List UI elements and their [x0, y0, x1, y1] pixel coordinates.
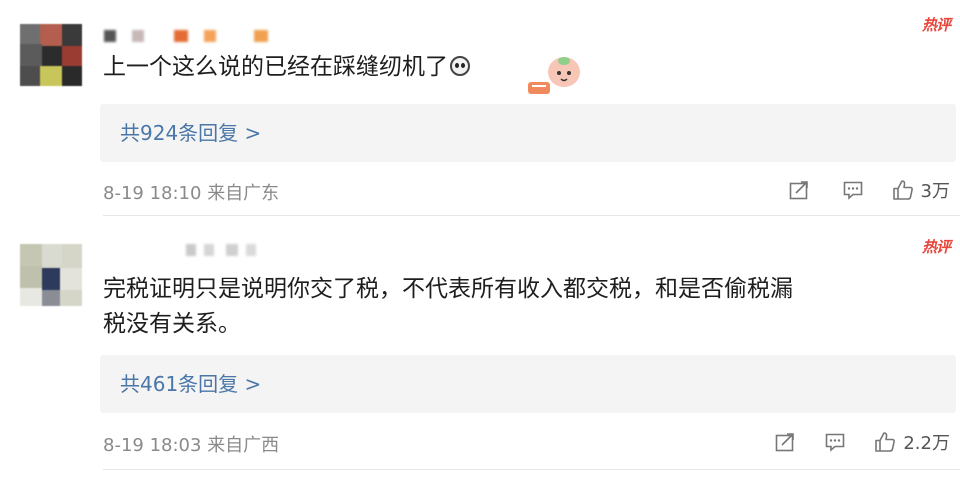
comment-text-content: 上一个这么说的已经在踩缝纫机了 [103, 54, 448, 80]
timestamp: 8-19 18:03 [103, 435, 202, 456]
location: 来自广西 [207, 435, 280, 456]
panda-emoji-icon [450, 56, 470, 76]
comment-meta: 8-19 18:10 来自广东 [103, 179, 279, 205]
comment-text-line: 税没有关系。 [103, 311, 241, 337]
username-redacted[interactable] [186, 244, 266, 258]
hot-comment-badge: 热评 [921, 238, 951, 256]
like-count: 2.2万 [903, 433, 950, 454]
comment-text: 完税证明只是说明你交了税，不代表所有收入都交税，和是否偷税漏 税没有关系。 [103, 272, 923, 342]
divider [103, 469, 960, 470]
location: 来自广东 [207, 183, 280, 204]
replies-box[interactable]: 共924条回复 > [100, 104, 956, 162]
view-replies-link[interactable]: 共924条回复 > [120, 104, 261, 162]
comment-text-line: 上一个这么说的已经在踩缝纫机了 [103, 50, 923, 85]
timestamp: 8-19 18:10 [103, 183, 202, 204]
thumbs-up-icon[interactable] [891, 178, 915, 202]
peach-sticker-icon [528, 57, 580, 94]
comment-actions: 2.2万 [773, 429, 950, 455]
comment-actions: 3万 [787, 177, 950, 203]
share-icon[interactable] [773, 430, 797, 454]
username-redacted[interactable] [104, 30, 274, 44]
hot-comment-badge: 热评 [921, 16, 951, 34]
like-count: 3万 [920, 181, 950, 202]
comment-item: 热评 上一个这么说的已经在踩缝纫机了 共924条回复 > 8-19 18:10 … [0, 0, 960, 216]
comment-icon[interactable] [823, 430, 847, 454]
thumbs-up-icon[interactable] [873, 430, 897, 454]
comment-icon[interactable] [841, 178, 865, 202]
comment-meta: 8-19 18:03 来自广西 [103, 431, 279, 457]
comment-item: 热评 完税证明只是说明你交了税，不代表所有收入都交税，和是否偷税漏 税没有关系。… [0, 216, 960, 478]
view-replies-link[interactable]: 共461条回复 > [120, 355, 261, 413]
replies-box[interactable]: 共461条回复 > [100, 355, 956, 413]
comment-text-line: 完税证明只是说明你交了税，不代表所有收入都交税，和是否偷税漏 [103, 276, 793, 302]
share-icon[interactable] [787, 178, 811, 202]
comment-text: 上一个这么说的已经在踩缝纫机了 [103, 50, 923, 85]
avatar[interactable] [20, 244, 82, 306]
avatar[interactable] [20, 24, 82, 86]
